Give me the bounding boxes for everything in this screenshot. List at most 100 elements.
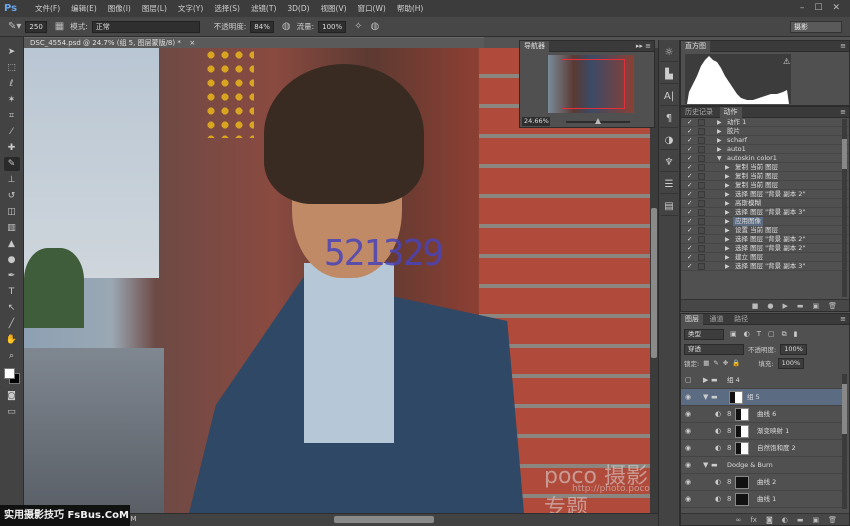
histogram-icon[interactable]: ▙ [660,66,678,84]
blur-tool[interactable]: ▲ [4,237,20,251]
layer-mask-thumbnail[interactable] [735,425,749,438]
workspace-select[interactable]: 摄影 [790,21,842,33]
expanded-arrow-icon[interactable]: ▼ [703,389,708,406]
action-item[interactable]: ✓ ▶ 选择 图层 "背景 副本 3" [681,262,849,271]
layer-row[interactable]: ◉ ▼ ▬ Dodge & Burn [681,457,844,474]
action-item[interactable]: ✓ ▶ 复制 当前 图层 [681,163,849,172]
tab-layers[interactable]: 图层 [681,314,703,325]
horizontal-scroll-thumb[interactable] [334,516,434,523]
layer-row[interactable]: ▢ ▶ ▬ 组 4 [681,372,844,389]
screen-mode-icon[interactable]: ▭ [4,405,20,419]
brush-size-field[interactable]: 250 [25,20,47,33]
action-item[interactable]: ✓ ▶ 胶片 [681,127,849,136]
layer-mask-thumbnail[interactable] [735,493,749,506]
collapsed-arrow-icon[interactable]: ▶ [725,199,730,208]
hand-tool[interactable]: ✋ [4,333,20,347]
mode-select[interactable]: 正常 [91,20,200,33]
link-layers-icon[interactable]: ∞ [736,514,742,525]
new-adjustment-icon[interactable]: ◐ [782,514,788,525]
brush-preset-icon[interactable]: ✎▾ [8,21,21,32]
tab-actions[interactable]: 动作 [719,107,742,118]
collapsed-arrow-icon[interactable]: ▶ [725,226,730,235]
layer-opacity-field[interactable]: 100% [780,343,807,355]
layer-filter-select[interactable]: 类型 [684,328,724,340]
collapsed-arrow-icon[interactable]: ▶ [725,235,730,244]
action-enabled-check[interactable]: ✓ [687,253,692,262]
navigator-zoom-field[interactable]: 24.66% [522,117,550,126]
quick-mask-icon[interactable]: ◙ [4,389,20,403]
layers-scrollbar[interactable] [842,374,847,509]
new-layer-icon[interactable]: ▣ [812,514,819,525]
pen-tool[interactable]: ✒ [4,269,20,283]
new-group-icon[interactable]: ▬ [797,514,804,525]
airbrush-icon[interactable]: ✧ [354,21,362,32]
clone-stamp-tool[interactable]: ⊥ [4,173,20,187]
action-dialog-toggle[interactable] [698,263,705,270]
quick-select-tool[interactable]: ✶ [4,93,20,107]
action-item[interactable]: ✓ ▶ 复制 当前 图层 [681,181,849,190]
collapsed-arrow-icon[interactable]: ▶ [725,253,730,262]
filter-smart-icon[interactable]: ⧉ [782,330,787,339]
tab-history[interactable]: 历史记录 [681,107,717,118]
close-document-icon[interactable]: × [189,39,195,47]
delete-action-icon[interactable]: 🗑 [828,300,837,311]
collapsed-arrow-icon[interactable]: ▶ [717,145,722,154]
minimize-button[interactable]: – [800,3,805,13]
collapsed-arrow-icon[interactable]: ▶ [725,190,730,199]
fill-field[interactable]: 100% [777,357,805,369]
layer-mask-thumbnail[interactable] [735,476,749,489]
close-button[interactable]: ✕ [832,3,840,13]
tab-paths[interactable]: 路径 [730,314,752,325]
action-dialog-toggle[interactable] [698,200,705,207]
eyedropper-tool[interactable]: ⁄ [4,125,20,139]
properties-icon[interactable]: ▤ [660,198,678,216]
action-enabled-check[interactable]: ✓ [687,127,692,136]
expanded-arrow-icon[interactable]: ▼ [717,154,722,163]
action-item[interactable]: ✓ ▶ scharf [681,136,849,145]
action-enabled-check[interactable]: ✓ [687,244,692,253]
move-tool[interactable]: ➤ [4,45,20,59]
action-item[interactable]: ✓ ▶ 高斯模糊 [681,199,849,208]
action-dialog-toggle[interactable] [698,164,705,171]
collapsed-arrow-icon[interactable]: ▶ [725,217,730,226]
dodge-tool[interactable]: ● [4,253,20,267]
action-dialog-toggle[interactable] [698,119,705,126]
menu-type[interactable]: 文字(Y) [178,3,203,14]
tab-navigator[interactable]: 导航器 [520,41,549,52]
collapsed-arrow-icon[interactable]: ▶ [717,127,722,136]
menu-image[interactable]: 图像(I) [108,3,131,14]
layer-mask-thumbnail[interactable] [735,442,749,455]
actions-scroll-thumb[interactable] [842,139,847,169]
eye-icon[interactable]: ◉ [685,457,691,474]
action-dialog-toggle[interactable] [698,137,705,144]
tab-channels[interactable]: 通道 [706,314,728,325]
collapsed-arrow-icon[interactable]: ▶ [717,136,722,145]
delete-layer-icon[interactable]: 🗑 [828,514,837,525]
vertical-scroll-thumb[interactable] [651,208,657,358]
action-enabled-check[interactable]: ✓ [687,217,692,226]
collapsed-arrow-icon[interactable]: ▶ [717,118,722,127]
action-dialog-toggle[interactable] [698,218,705,225]
record-icon[interactable]: ● [767,300,773,311]
filter-shape-icon[interactable]: ▢ [768,330,775,339]
filter-type-icon[interactable]: T [757,330,761,339]
foreground-color[interactable] [3,368,15,379]
menu-layer[interactable]: 图层(L) [142,3,167,14]
layers-menu-icon[interactable]: ≡ [840,314,846,325]
layer-row[interactable]: ◉ ◐ 8 渐变映射 1 [681,423,844,440]
action-item[interactable]: ✓ ▶ 设置 当前 图层 [681,226,849,235]
action-enabled-check[interactable]: ✓ [687,154,692,163]
character-icon[interactable]: A| [660,88,678,106]
flow-field[interactable]: 100% [318,20,347,33]
action-dialog-toggle[interactable] [698,146,705,153]
eye-icon[interactable]: ◉ [685,474,691,491]
collapsed-arrow-icon[interactable]: ▶ [725,244,730,253]
new-set-icon[interactable]: ▬ [797,300,804,311]
navigator-thumbnail[interactable] [548,55,634,113]
lock-position-icon[interactable]: ✥ [723,359,728,367]
action-dialog-toggle[interactable] [698,209,705,216]
action-dialog-toggle[interactable] [698,173,705,180]
color-swatches[interactable] [3,367,21,385]
opacity-field[interactable]: 84% [250,20,274,33]
gradient-tool[interactable]: ▥ [4,221,20,235]
